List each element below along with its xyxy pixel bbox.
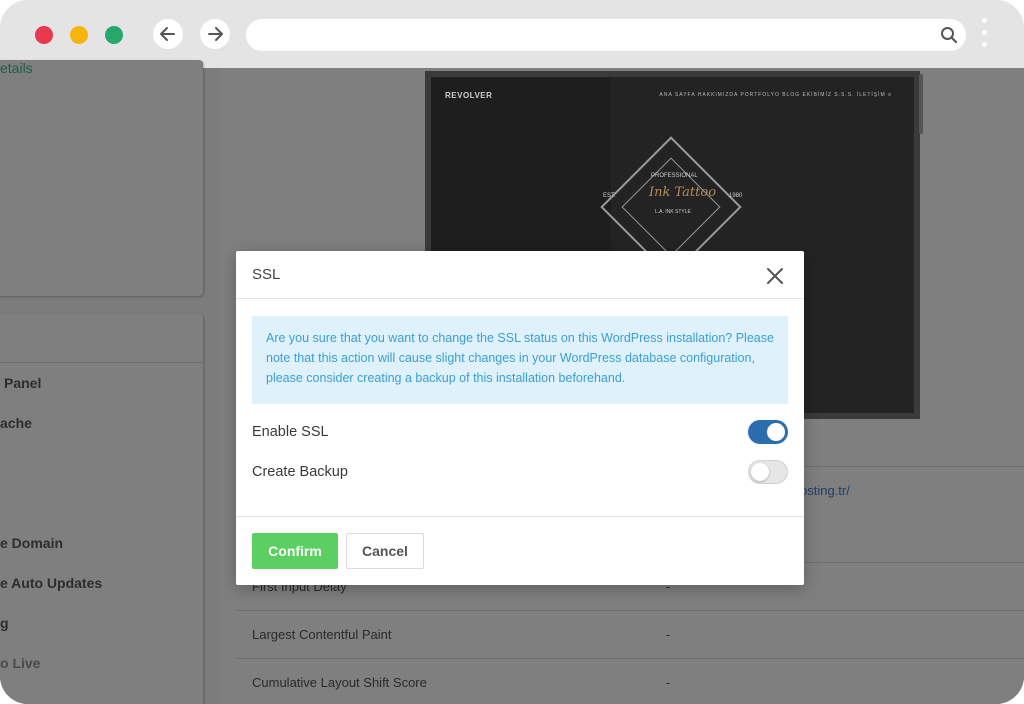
browser-toolbar: [0, 0, 1024, 68]
row-divider: [236, 658, 1024, 659]
modal-title: SSL: [252, 266, 281, 283]
cancel-button[interactable]: Cancel: [346, 533, 424, 569]
preview-brand: REVOLVER: [445, 91, 493, 100]
create-backup-label: Create Backup: [252, 464, 348, 480]
left-item[interactable]: e Domain: [0, 535, 63, 551]
ssl-modal: SSL Are you sure that you want to change…: [236, 251, 804, 585]
site-url-link[interactable]: osting.tr/: [800, 483, 850, 498]
minimize-window-button[interactable]: [70, 26, 88, 44]
preview-badge-top: PROFESSIONAL: [651, 173, 698, 179]
forward-button[interactable]: [200, 19, 230, 49]
left-item[interactable]: e Auto Updates: [0, 575, 102, 591]
metric-label: Cumulative Layout Shift Score: [252, 675, 427, 690]
details-link[interactable]: etails: [0, 60, 33, 76]
address-bar[interactable]: [246, 19, 966, 51]
confirm-button[interactable]: Confirm: [252, 533, 338, 569]
left-panel-actions: [0, 314, 203, 704]
preview-year: 1980: [729, 193, 743, 199]
preview-scrollbar[interactable]: [919, 74, 923, 134]
row-divider: [236, 610, 1024, 611]
left-item[interactable]: ache: [0, 415, 32, 431]
left-divider: [0, 362, 203, 363]
toggle-knob: [751, 463, 769, 481]
kebab-menu-icon[interactable]: [982, 18, 988, 52]
left-item[interactable]: Panel: [4, 375, 41, 391]
maximize-window-button[interactable]: [105, 26, 123, 44]
preview-est: EST.: [603, 193, 616, 199]
preview-badge-script: Ink Tattoo: [649, 185, 717, 200]
metric-label: Largest Contentful Paint: [252, 627, 392, 642]
modal-footer-divider: [236, 516, 804, 517]
left-panel-top: etails: [0, 60, 203, 296]
toggle-knob: [767, 423, 785, 441]
enable-ssl-toggle[interactable]: [748, 420, 788, 444]
metric-value: -: [666, 627, 671, 642]
back-button[interactable]: [153, 19, 183, 49]
preview-menu: ANA SAYFA HAKKIMIZDA PORTFOLYO BLOG EKİB…: [659, 92, 892, 98]
arrow-right-icon: [208, 27, 223, 41]
close-button[interactable]: [764, 265, 786, 287]
search-icon[interactable]: [940, 26, 958, 44]
left-item[interactable]: g: [0, 615, 9, 631]
metric-value: -: [666, 675, 671, 690]
enable-ssl-row: Enable SSL: [252, 420, 788, 446]
left-item[interactable]: o Live: [0, 655, 40, 671]
close-window-button[interactable]: [35, 26, 53, 44]
preview-badge-sub: L.A. INK STYLE: [655, 209, 691, 215]
close-icon: [767, 268, 783, 284]
create-backup-row: Create Backup: [252, 460, 788, 486]
modal-header: SSL: [236, 251, 804, 299]
arrow-left-icon: [160, 27, 175, 41]
create-backup-toggle[interactable]: [748, 460, 788, 484]
browser-window: etails Panel ache e Domain e Auto Update…: [0, 0, 1024, 704]
enable-ssl-label: Enable SSL: [252, 424, 329, 440]
warning-alert: Are you sure that you want to change the…: [252, 316, 788, 404]
